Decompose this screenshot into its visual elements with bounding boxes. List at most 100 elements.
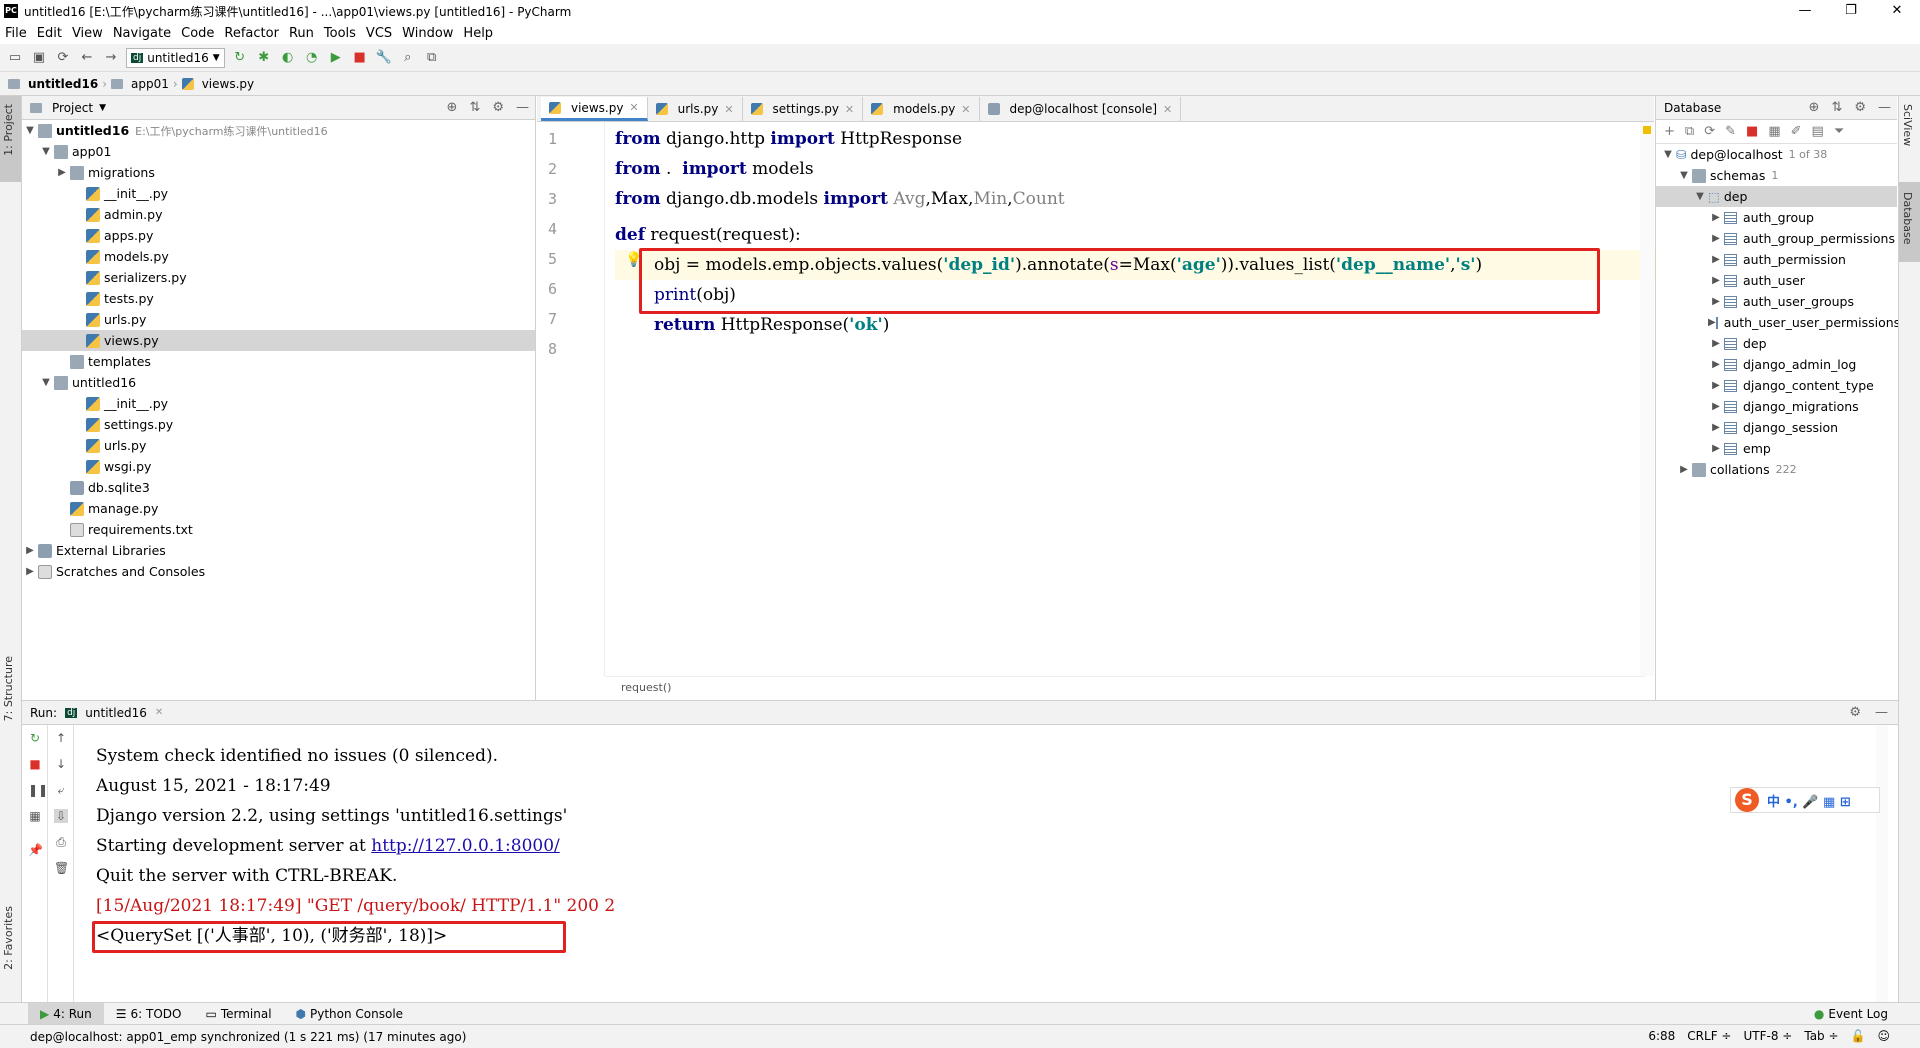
collapse-icon[interactable]: ⇅ bbox=[469, 100, 480, 115]
coverage-icon[interactable]: ◐ bbox=[279, 49, 297, 67]
project-panel-title[interactable]: Project bbox=[52, 101, 93, 115]
arrow-down-icon[interactable]: ↓ bbox=[54, 757, 68, 771]
hide-icon[interactable]: — bbox=[1878, 100, 1891, 115]
db-table-item[interactable]: ▶ auth_user_user_permissions bbox=[1656, 312, 1900, 333]
db-table-item[interactable]: ▶ auth_group_permissions bbox=[1656, 228, 1897, 249]
menu-edit[interactable]: Edit bbox=[32, 26, 67, 41]
add-icon[interactable]: + bbox=[1664, 124, 1675, 139]
locate-icon[interactable]: ⊕ bbox=[1809, 100, 1820, 115]
gear-icon[interactable]: ⚙ bbox=[492, 100, 504, 115]
refresh-icon[interactable]: ⟳ bbox=[1704, 124, 1715, 139]
chevron-down-icon[interactable]: ▼ bbox=[1676, 170, 1692, 181]
close-tab-icon[interactable]: ✕ bbox=[724, 103, 733, 116]
pin-icon[interactable]: 📌 bbox=[28, 843, 43, 857]
edit-icon[interactable]: ✎ bbox=[1725, 124, 1736, 139]
breadcrumb-root[interactable]: untitled16 bbox=[28, 77, 98, 91]
db-table-item[interactable]: ▶ django_session bbox=[1656, 417, 1897, 438]
collapse-icon[interactable]: ⇅ bbox=[1831, 100, 1842, 115]
tree-item[interactable]: admin.py bbox=[22, 204, 535, 225]
tree-item[interactable]: manage.py bbox=[22, 498, 535, 519]
table-icon[interactable]: ▦ bbox=[1768, 124, 1780, 139]
chevron-right-icon[interactable]: ▶ bbox=[1708, 296, 1724, 307]
chevron-down-icon[interactable]: ▼ bbox=[1692, 191, 1708, 202]
print-icon[interactable]: ⎙ bbox=[54, 835, 68, 849]
forward-icon[interactable]: → bbox=[102, 49, 120, 67]
db-table-item[interactable]: ▶ dep bbox=[1656, 333, 1897, 354]
status-message[interactable]: dep@localhost: app01_emp synchronized (1… bbox=[30, 1030, 466, 1044]
editor-tab[interactable]: views.py ✕ bbox=[541, 97, 648, 121]
pencil-icon[interactable]: ✐ bbox=[1791, 124, 1802, 139]
line-separator[interactable]: CRLF ÷ bbox=[1687, 1029, 1731, 1043]
tree-item[interactable]: models.py bbox=[22, 246, 535, 267]
structure-tool-tab[interactable]: 7: Structure bbox=[2, 656, 15, 721]
chevron-right-icon[interactable]: ▶ bbox=[1708, 254, 1724, 265]
server-url-link[interactable]: http://127.0.0.1:8000/ bbox=[371, 836, 560, 856]
tree-item[interactable]: apps.py bbox=[22, 225, 535, 246]
lock-icon[interactable]: 🔓 bbox=[1851, 1029, 1866, 1043]
tree-item[interactable]: ▶ External Libraries bbox=[22, 540, 535, 561]
gear-icon[interactable]: ⚙ bbox=[1849, 705, 1861, 720]
back-icon[interactable]: ← bbox=[78, 49, 96, 67]
search-icon[interactable]: ⌕ bbox=[399, 49, 417, 67]
breadcrumb-views[interactable]: views.py bbox=[202, 77, 254, 91]
close-tab-icon[interactable]: ✕ bbox=[845, 103, 854, 116]
tree-item[interactable]: requirements.txt bbox=[22, 519, 535, 540]
tree-item[interactable]: urls.py bbox=[22, 435, 535, 456]
breadcrumb-app01[interactable]: app01 bbox=[131, 77, 169, 91]
tab-run[interactable]: ▶ 4: Run bbox=[28, 1002, 104, 1025]
tree-item[interactable]: serializers.py bbox=[22, 267, 535, 288]
open-folder-icon[interactable]: ▭ bbox=[6, 49, 24, 67]
hide-icon[interactable]: — bbox=[1875, 705, 1888, 720]
copy-icon[interactable]: ⧉ bbox=[1685, 124, 1694, 139]
tree-item[interactable]: tests.py bbox=[22, 288, 535, 309]
tree-item[interactable]: ▼ app01 bbox=[22, 141, 535, 162]
chevron-down-icon[interactable]: ▼ bbox=[22, 125, 38, 136]
chevron-right-icon[interactable]: ▶ bbox=[54, 167, 70, 178]
close-icon[interactable]: ✕ bbox=[155, 707, 163, 718]
db-table-item[interactable]: ▶ auth_user bbox=[1656, 270, 1897, 291]
warning-marker[interactable] bbox=[1643, 126, 1651, 134]
tree-item[interactable]: ▶ migrations bbox=[22, 162, 535, 183]
tree-item[interactable]: urls.py bbox=[22, 309, 535, 330]
menu-tools[interactable]: Tools bbox=[319, 26, 361, 41]
project-tool-tab[interactable]: 1: Project bbox=[2, 104, 15, 156]
editor-tab[interactable]: models.py ✕ bbox=[863, 97, 980, 121]
db-table-item[interactable]: ▶ django_content_type bbox=[1656, 375, 1897, 396]
tree-item[interactable]: __init__.py bbox=[22, 393, 535, 414]
chevron-right-icon[interactable]: ▶ bbox=[1676, 464, 1692, 475]
cursor-position[interactable]: 6:88 bbox=[1648, 1029, 1675, 1043]
rerun-icon[interactable]: ↻ bbox=[231, 49, 249, 67]
chevron-right-icon[interactable]: ▶ bbox=[1708, 338, 1724, 349]
chevron-right-icon[interactable]: ▶ bbox=[1708, 401, 1724, 412]
tree-item[interactable]: db.sqlite3 bbox=[22, 477, 535, 498]
db-table-item[interactable]: ▶ django_admin_log bbox=[1656, 354, 1897, 375]
tree-item[interactable]: __init__.py bbox=[22, 183, 535, 204]
inspector-icon[interactable]: ☺ bbox=[1877, 1029, 1890, 1043]
db-host[interactable]: ▼ ⛁ dep@localhost 1 of 38 bbox=[1656, 144, 1897, 165]
chevron-down-icon[interactable]: ▼ bbox=[38, 377, 54, 388]
chevron-right-icon[interactable]: ▶ bbox=[1708, 317, 1716, 328]
chevron-right-icon[interactable]: ▶ bbox=[1708, 212, 1724, 223]
tree-item[interactable]: ▼ untitled16 bbox=[22, 372, 535, 393]
tree-item[interactable]: templates bbox=[22, 351, 535, 372]
bulb-icon[interactable]: 💡 bbox=[625, 252, 642, 268]
indent-setting[interactable]: Tab ÷ bbox=[1804, 1029, 1838, 1043]
run-configuration-select[interactable]: dj untitled16 ▼ bbox=[126, 47, 225, 68]
rerun-icon[interactable]: ↻ bbox=[28, 731, 42, 745]
menu-refactor[interactable]: Refactor bbox=[219, 26, 284, 41]
chevron-right-icon[interactable]: ▶ bbox=[1708, 380, 1724, 391]
vcs-icon[interactable]: ⧉ bbox=[423, 49, 441, 67]
close-window-button[interactable]: ✕ bbox=[1874, 0, 1920, 22]
menu-file[interactable]: File bbox=[0, 26, 32, 41]
database-tool-tab[interactable]: Database bbox=[1901, 192, 1914, 245]
sync-icon[interactable]: ⟳ bbox=[54, 49, 72, 67]
tree-item[interactable]: ▶ Scratches and Consoles bbox=[22, 561, 535, 582]
db-table-item[interactable]: ▶ emp bbox=[1656, 438, 1897, 459]
editor-tab[interactable]: urls.py ✕ bbox=[648, 97, 743, 121]
gear-icon[interactable]: ⚙ bbox=[1854, 100, 1866, 115]
console-output[interactable]: System check identified no issues (0 sil… bbox=[92, 725, 1856, 1003]
db-table-item[interactable]: ▶ django_migrations bbox=[1656, 396, 1897, 417]
menu-help[interactable]: Help bbox=[458, 26, 498, 41]
tab-todo[interactable]: ☰ 6: TODO bbox=[104, 1003, 194, 1025]
hide-icon[interactable]: — bbox=[516, 100, 529, 115]
